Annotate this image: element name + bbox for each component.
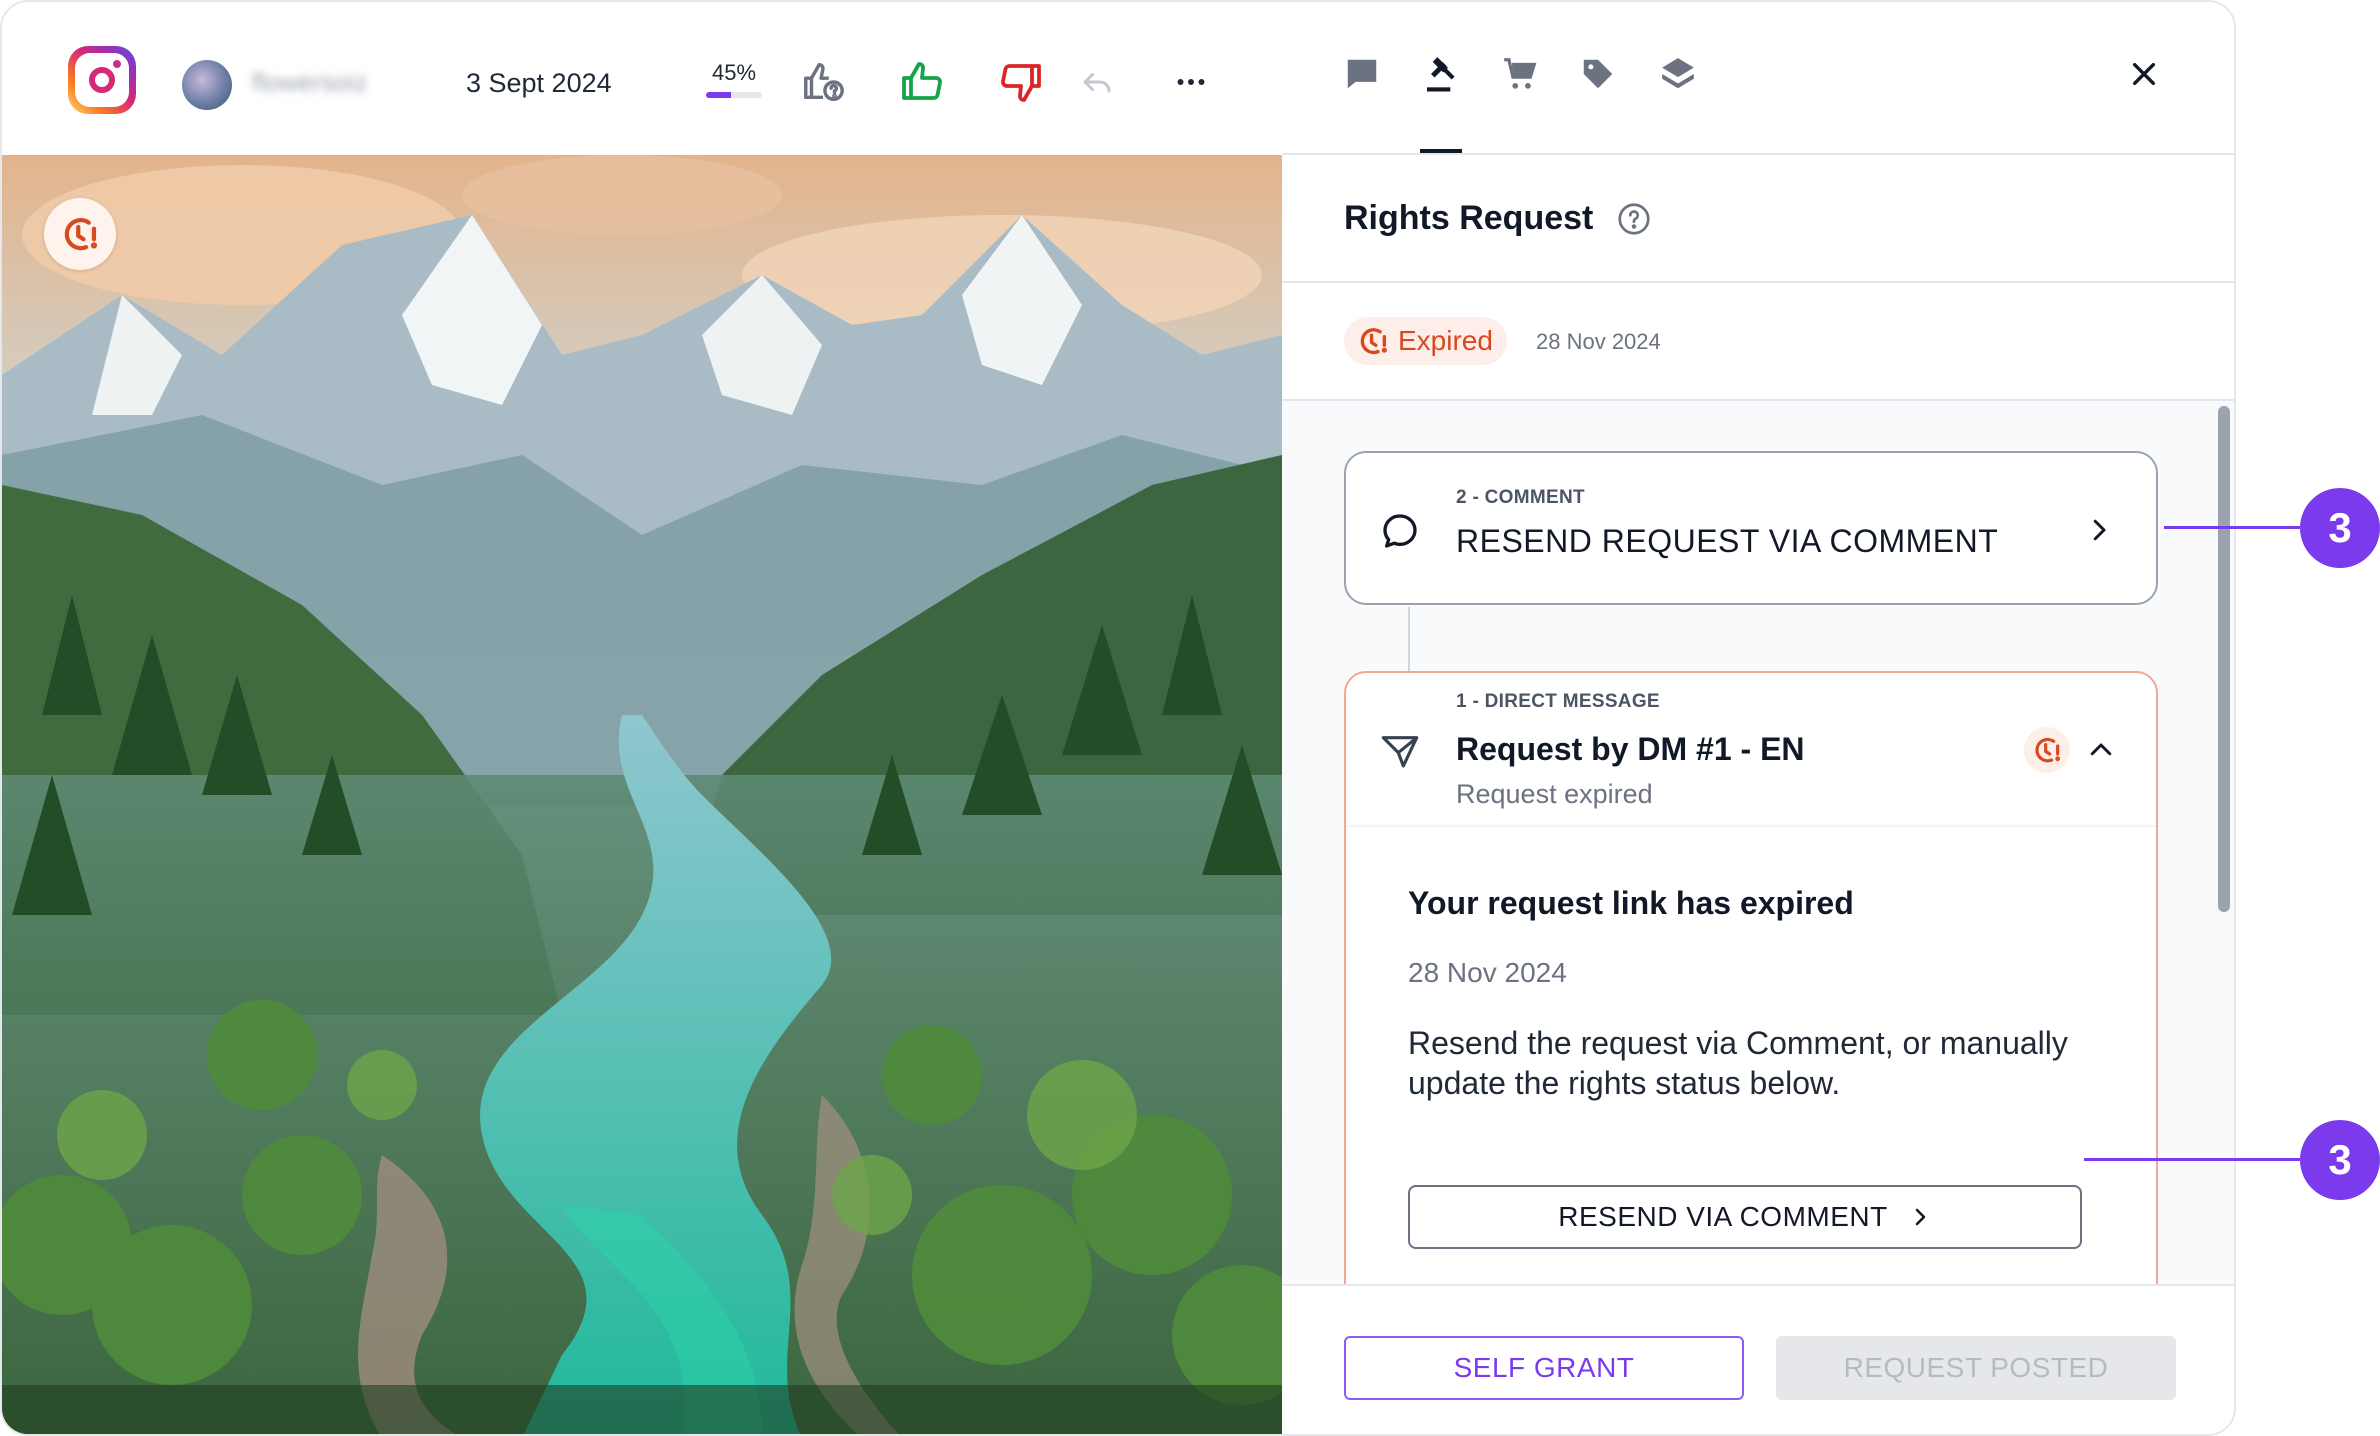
status-row: Expired 28 Nov 2024 [1282, 283, 2234, 401]
step-title: Request by DM #1 - EN [1456, 731, 1805, 767]
send-icon [1380, 731, 1420, 771]
gavel-icon[interactable] [1418, 50, 1466, 98]
app-root: flowersoiz 3 Sept 2024 45% Rights Reques… [0, 0, 2380, 1436]
status-badge: Expired [1344, 317, 1507, 365]
status-date: 28 Nov 2024 [1536, 329, 1661, 354]
comment-bubble-icon [1380, 511, 1420, 551]
instagram-icon [68, 46, 136, 114]
layers-icon[interactable] [1654, 50, 1702, 98]
callout-line [2164, 526, 2314, 529]
panel-footer: SELF GRANT REQUEST POSTED [1282, 1284, 2234, 1434]
step-direct-message: 1 - DIRECT MESSAGE Request by DM #1 - EN… [1344, 671, 2158, 1284]
expired-status-icon [44, 198, 116, 270]
step-title: RESEND REQUEST VIA COMMENT [1456, 523, 1999, 559]
undo-icon[interactable] [1072, 57, 1122, 107]
panel-tabs [1282, 2, 2234, 155]
active-tab-indicator [1420, 149, 1462, 153]
status-label: Expired [1398, 325, 1493, 356]
expired-icon [1360, 328, 1387, 355]
thumbs-up-icon[interactable] [897, 57, 947, 107]
score-track [706, 92, 762, 98]
resend-via-comment-button[interactable]: RESEND VIA COMMENT [1408, 1185, 2082, 1249]
chevron-right-icon [1915, 1208, 1926, 1226]
post-date: 3 Sept 2024 [466, 68, 612, 98]
callout-badge: 3 [2300, 1120, 2380, 1200]
content-modal: flowersoiz 3 Sept 2024 45% Rights Reques… [0, 0, 2236, 1436]
step-connector [1408, 607, 1410, 671]
step-subtitle: Request expired [1456, 779, 1653, 809]
step-kicker: 1 - DIRECT MESSAGE [1456, 691, 1660, 712]
cart-icon[interactable] [1496, 50, 1544, 98]
score-fill [706, 92, 732, 98]
callout-line [2084, 1158, 2314, 1161]
expired-message-text: Resend the request via Comment, or manua… [1408, 1025, 2068, 1101]
self-grant-button[interactable]: SELF GRANT [1344, 1336, 1744, 1400]
username[interactable]: flowersoiz [252, 67, 368, 98]
score-meter: 45% [706, 60, 762, 98]
step-details: Your request link has expired 28 Nov 202… [1346, 827, 2156, 1284]
request-posted-button[interactable]: REQUEST POSTED [1776, 1336, 2176, 1400]
comment-icon[interactable] [1338, 50, 1386, 98]
scrollbar[interactable] [2218, 406, 2230, 912]
steps-scroll-area[interactable]: 2 - COMMENT RESEND REQUEST VIA COMMENT 1… [1282, 401, 2234, 1284]
more-options-icon[interactable] [1166, 57, 1216, 107]
chevron-up-icon[interactable] [2086, 735, 2116, 765]
media-image[interactable] [2, 155, 1282, 1434]
callout-badge: 3 [2300, 488, 2380, 568]
thumbs-up-question-icon[interactable] [798, 57, 848, 107]
thumbs-down-icon[interactable] [996, 57, 1046, 107]
media-toolbar: flowersoiz 3 Sept 2024 45% [2, 2, 1282, 155]
expired-message-title: Your request link has expired [1408, 885, 1854, 921]
tag-icon[interactable] [1574, 50, 1622, 98]
expired-icon [2024, 727, 2070, 773]
chevron-right-icon [2084, 515, 2114, 545]
media-pane: flowersoiz 3 Sept 2024 45% [2, 2, 1282, 1434]
step-kicker: 2 - COMMENT [1456, 487, 1585, 508]
step-resend-comment[interactable]: 2 - COMMENT RESEND REQUEST VIA COMMENT [1344, 451, 2158, 605]
rights-request-header: Rights Request [1282, 155, 2234, 283]
score-label: 45% [711, 60, 757, 85]
close-icon[interactable] [2122, 52, 2166, 96]
step-header[interactable]: 1 - DIRECT MESSAGE Request by DM #1 - EN… [1346, 673, 2156, 827]
expired-date: 28 Nov 2024 [1408, 957, 1567, 988]
page-title: Rights Request [1344, 199, 1594, 237]
help-icon[interactable] [1616, 201, 1652, 237]
resend-button-label: RESEND VIA COMMENT [1558, 1201, 1888, 1232]
avatar[interactable] [182, 60, 232, 110]
rights-panel: Rights Request Expired 28 Nov 2024 2 - C… [1282, 2, 2234, 1434]
